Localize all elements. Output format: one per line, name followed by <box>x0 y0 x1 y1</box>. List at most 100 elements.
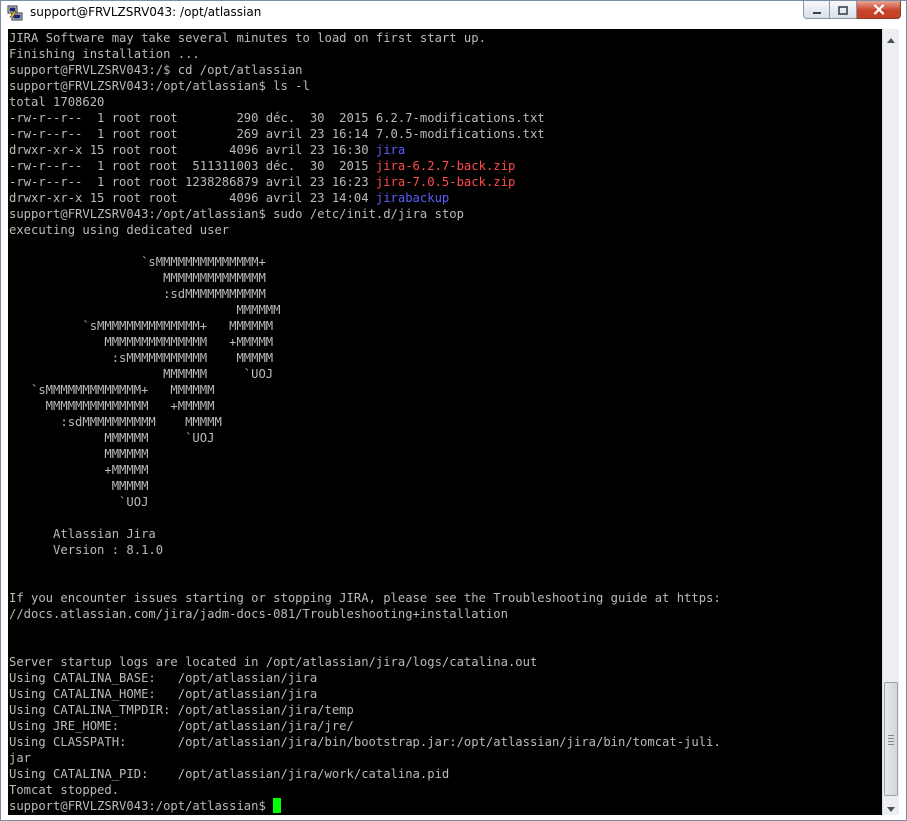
terminal-line: Tomcat stopped. <box>9 782 721 798</box>
terminal-text: JIRA Software may take several minutes t… <box>9 31 486 45</box>
putty-icon[interactable] <box>7 5 23 21</box>
terminal-line: If you encounter issues starting or stop… <box>9 590 721 606</box>
terminal-line: support@FRVLZSRV043:/$ cd /opt/atlassian <box>9 62 721 78</box>
terminal-line: drwxr-xr-x 15 root root 4096 avril 23 14… <box>9 190 721 206</box>
window-title: support@FRVLZSRV043: /opt/atlassian <box>30 5 262 19</box>
terminal-text: :sdMMMMMMMMMM MMMMM <box>9 415 222 429</box>
terminal-line: :sMMMMMMMMMMM MMMMM <box>9 350 721 366</box>
terminal-line: MMMMMM <box>9 446 721 462</box>
terminal-line: support@FRVLZSRV043:/opt/atlassian$ <box>9 798 721 814</box>
thumb-grip <box>888 741 894 742</box>
terminal-text: Tomcat stopped. <box>9 783 120 797</box>
terminal-text: MMMMMMMMMMMMMM +MMMMM <box>9 399 215 413</box>
terminal-line: JIRA Software may take several minutes t… <box>9 30 721 46</box>
terminal-line: MMMMMM `UOJ <box>9 430 721 446</box>
terminal-text: MMMMMM `UOJ <box>9 431 215 445</box>
terminal-line: Using JRE_HOME: /opt/atlassian/jira/jre/ <box>9 718 721 734</box>
terminal-text: Using CATALINA_HOME: /opt/atlassian/jira <box>9 687 318 701</box>
terminal-line: Server startup logs are located in /opt/… <box>9 654 721 670</box>
terminal-line: Using CLASSPATH: /opt/atlassian/jira/bin… <box>9 734 721 750</box>
terminal-text: executing using dedicated user <box>9 223 230 237</box>
terminal-line: Using CATALINA_PID: /opt/atlassian/jira/… <box>9 766 721 782</box>
terminal-line: `sMMMMMMMMMMMMMM+ MMMMMM <box>9 318 721 334</box>
terminal-text: Using JRE_HOME: /opt/atlassian/jira/jre/ <box>9 719 354 733</box>
terminal-line: MMMMMM <box>9 302 721 318</box>
terminal-line: `UOJ <box>9 494 721 510</box>
terminal-text: Version : 8.1.0 <box>9 543 164 557</box>
terminal-line: +MMMMM <box>9 462 721 478</box>
terminal-text: `sMMMMMMMMMMMMM+ MMMMMM <box>9 383 215 397</box>
terminal-text: total 1708620 <box>9 95 105 109</box>
terminal-text: `sMMMMMMMMMMMMMM+ <box>9 255 266 269</box>
terminal-line: Using CATALINA_BASE: /opt/atlassian/jira <box>9 670 721 686</box>
putty-window: support@FRVLZSRV043: /opt/atlassian JIRA… <box>0 0 907 821</box>
terminal-text: :sdMMMMMMMMMMM <box>9 287 266 301</box>
terminal-text: MMMMMMMMMMMMMM +MMMMM <box>9 335 274 349</box>
terminal-text: support@FRVLZSRV043:/opt/atlassian$ <box>9 799 274 813</box>
terminal-line: -rw-r--r-- 1 root root 1238286879 avril … <box>9 174 721 190</box>
terminal-output[interactable]: JIRA Software may take several minutes t… <box>8 29 882 815</box>
directory-name: jirabackup <box>375 191 450 205</box>
terminal-line: Using CATALINA_HOME: /opt/atlassian/jira <box>9 686 721 702</box>
terminal-line: `sMMMMMMMMMMMMMM+ <box>9 254 721 270</box>
terminal-line: jar <box>9 750 721 766</box>
terminal-line: drwxr-xr-x 15 root root 4096 avril 23 16… <box>9 142 721 158</box>
terminal-text: `UOJ <box>9 495 149 509</box>
terminal-text: Using CATALINA_PID: /opt/atlassian/jira/… <box>9 767 450 781</box>
terminal-text: Server startup logs are located in /opt/… <box>9 655 538 669</box>
terminal-text: :sMMMMMMMMMMM MMMMM <box>9 351 274 365</box>
scroll-down-button[interactable] <box>883 798 899 815</box>
terminal-text: -rw-r--r-- 1 root root 269 avril 23 16:1… <box>9 127 545 141</box>
terminal-line: Finishing installation ... <box>9 46 721 62</box>
terminal-text: support@FRVLZSRV043:/opt/atlassian$ sudo… <box>9 207 464 221</box>
terminal-line: MMMMMMMMMMMMMM +MMMMM <box>9 398 721 414</box>
terminal-text: +MMMMM <box>9 463 149 477</box>
terminal-line: MMMMMMMMMMMMMM <box>9 270 721 286</box>
terminal-cursor <box>273 798 282 813</box>
scrollbar-thumb[interactable] <box>884 682 898 796</box>
minimize-icon <box>812 0 822 19</box>
terminal-text: -rw-r--r-- 1 root root 511311003 déc. 30… <box>9 159 376 173</box>
terminal-text: `sMMMMMMMMMMMMMM+ MMMMMM <box>9 319 274 333</box>
minimize-button[interactable] <box>803 1 830 19</box>
title-bar[interactable]: support@FRVLZSRV043: /opt/atlassian <box>1 1 906 27</box>
terminal-line: executing using dedicated user <box>9 222 721 238</box>
terminal-line: support@FRVLZSRV043:/opt/atlassian$ ls -… <box>9 78 721 94</box>
terminal-text: Using CATALINA_TMPDIR: /opt/atlassian/ji… <box>9 703 354 717</box>
terminal-text: Using CLASSPATH: /opt/atlassian/jira/bin… <box>9 735 721 749</box>
terminal-line: -rw-r--r-- 1 root root 511311003 déc. 30… <box>9 158 721 174</box>
terminal-text: MMMMM <box>9 479 149 493</box>
terminal-text: Atlassian Jira <box>9 527 156 541</box>
close-button[interactable] <box>857 1 901 19</box>
terminal-text: //docs.atlassian.com/jira/jadm-docs-081/… <box>9 607 508 621</box>
terminal-text: MMMMMM <box>9 303 281 317</box>
arrow-down-icon <box>887 797 895 816</box>
terminal-line: Using CATALINA_TMPDIR: /opt/atlassian/ji… <box>9 702 721 718</box>
terminal-line: :sdMMMMMMMMMM MMMMM <box>9 414 721 430</box>
terminal-lines: JIRA Software may take several minutes t… <box>9 30 721 814</box>
terminal-line: `sMMMMMMMMMMMMM+ MMMMMM <box>9 382 721 398</box>
terminal-text: jar <box>9 751 32 765</box>
maximize-button[interactable] <box>830 1 857 19</box>
vertical-scrollbar[interactable] <box>882 29 899 815</box>
terminal-line: MMMMM <box>9 478 721 494</box>
terminal-line: //docs.atlassian.com/jira/jadm-docs-081/… <box>9 606 721 622</box>
terminal-text: Finishing installation ... <box>9 47 200 61</box>
terminal-line: MMMMMMMMMMMMMM +MMMMM <box>9 334 721 350</box>
window-controls <box>803 1 901 21</box>
terminal-text: drwxr-xr-x 15 root root 4096 avril 23 14… <box>9 191 376 205</box>
maximize-icon <box>838 0 848 19</box>
terminal-line: -rw-r--r-- 1 root root 269 avril 23 16:1… <box>9 126 721 142</box>
terminal-line: support@FRVLZSRV043:/opt/atlassian$ sudo… <box>9 206 721 222</box>
archive-name: jira-7.0.5-back.zip <box>375 175 516 189</box>
directory-name: jira <box>375 143 406 157</box>
terminal-line: -rw-r--r-- 1 root root 290 déc. 30 2015 … <box>9 110 721 126</box>
scroll-up-button[interactable] <box>883 29 899 46</box>
terminal-text: support@FRVLZSRV043:/opt/atlassian$ ls -… <box>9 79 310 93</box>
thumb-grip <box>888 738 894 739</box>
